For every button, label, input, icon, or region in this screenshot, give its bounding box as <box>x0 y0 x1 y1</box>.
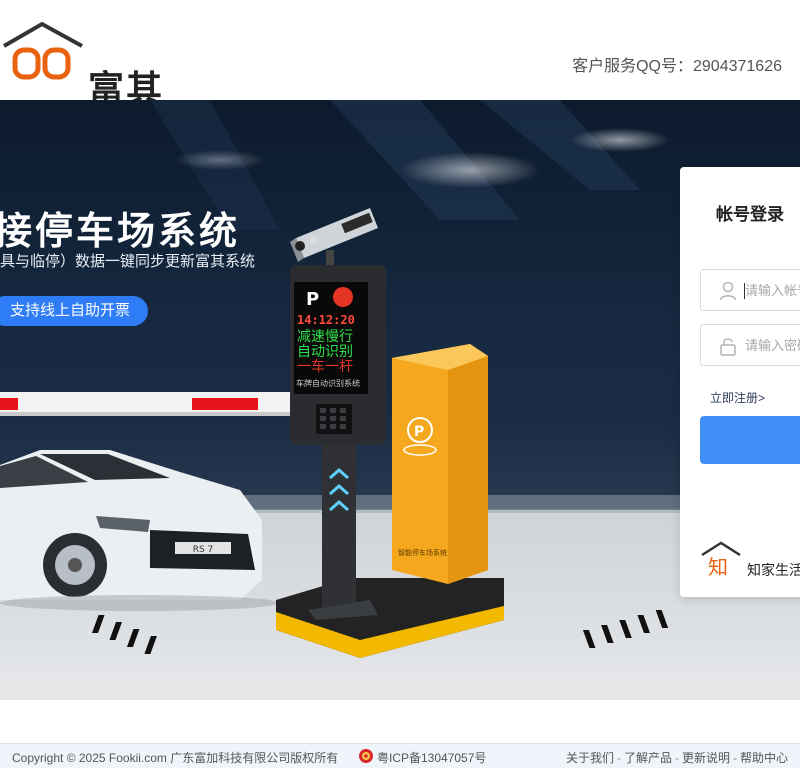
svg-text:减速慢行: 减速慢行 <box>297 328 353 345</box>
kiosk-display: P 14:12:20 减速慢行 自动识别 一车一杆 车牌自动识别系统 <box>290 265 386 620</box>
register-link[interactable]: 立即注册> <box>710 389 765 406</box>
password-input[interactable] <box>745 326 800 364</box>
lock-icon <box>720 338 736 356</box>
footer-links: 关于我们 - 了解产品 - 更新说明 - 帮助中心 <box>566 749 788 766</box>
login-title: 帐号登录 <box>716 205 784 224</box>
separator: - <box>674 751 679 765</box>
icp-license[interactable]: 粤ICP备13047057号 <box>377 749 486 766</box>
footer-link-help[interactable]: 帮助中心 <box>740 751 788 765</box>
camera-device <box>290 208 378 270</box>
svg-text:P: P <box>414 424 424 440</box>
house-logo-icon <box>2 21 83 80</box>
login-button[interactable]: 登录 <box>700 416 800 464</box>
footer-link-changelog[interactable]: 更新说明 <box>682 751 730 765</box>
fuqi-logo[interactable]: 富其 <box>0 20 180 110</box>
svg-text:14:12:20: 14:12:20 <box>297 313 355 327</box>
svg-text:RS 7: RS 7 <box>193 545 214 555</box>
zhijia-text[interactable]: 知家生活 <box>747 560 800 580</box>
svg-text:一车一杆: 一车一杆 <box>297 358 353 375</box>
footer-link-about[interactable]: 关于我们 <box>566 751 614 765</box>
footer-link-products[interactable]: 了解产品 <box>624 751 672 765</box>
password-field[interactable] <box>700 324 800 366</box>
online-invoice-button[interactable]: 支持线上自助开票 <box>0 296 149 326</box>
svg-text:P: P <box>306 289 319 310</box>
page-root: 富其 客户服务QQ号：2904371626 接停车场系统 具与临停）数据一键同步… <box>0 0 800 768</box>
username-field[interactable] <box>700 269 800 311</box>
barrier-arm <box>0 392 300 416</box>
username-input[interactable] <box>745 271 800 309</box>
police-badge-icon <box>359 749 373 763</box>
separator: - <box>616 751 621 765</box>
footer: Copyright © 2025 Fookii.com 广东富加科技有限公司版权… <box>0 743 800 768</box>
login-card: 帐号登录 立即注册> 登录 知 知家生活 <box>680 167 800 597</box>
copyright-text: Copyright © 2025 Fookii.com 广东富加科技有限公司版权… <box>12 751 339 765</box>
user-icon <box>719 281 737 301</box>
svg-text:车牌自动识别系统: 车牌自动识别系统 <box>296 378 360 388</box>
svg-text:自动识别: 自动识别 <box>297 344 353 360</box>
customer-service-qq: 客户服务QQ号：2904371626 <box>572 58 782 75</box>
barrier-gate-box: P 智能停车场系统 <box>392 344 488 584</box>
zhijia-logo-icon[interactable]: 知 <box>700 541 742 577</box>
header: 富其 客户服务QQ号：2904371626 <box>0 0 800 110</box>
svg-text:智能停车场系统: 智能停车场系统 <box>398 548 447 557</box>
car-image: RS 7 <box>0 450 280 611</box>
svg-text:知: 知 <box>708 555 728 577</box>
separator: - <box>732 751 737 765</box>
